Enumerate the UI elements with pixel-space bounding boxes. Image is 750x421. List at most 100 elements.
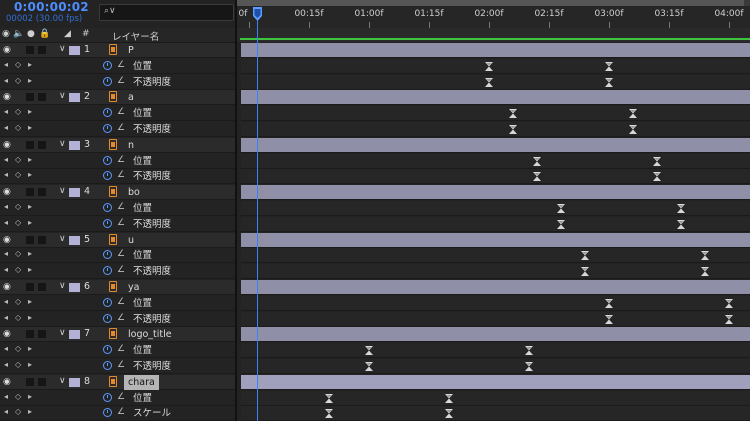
stopwatch-icon[interactable]	[103, 345, 112, 355]
graph-icon[interactable]: ∠	[117, 360, 125, 370]
graph-icon[interactable]: ∠	[117, 218, 125, 228]
layer-duration-bar[interactable]	[241, 185, 750, 201]
label-color-swatch[interactable]	[69, 93, 80, 103]
next-keyframe-icon[interactable]: ▸	[28, 155, 32, 164]
next-keyframe-icon[interactable]: ▸	[28, 360, 32, 369]
keyframe-icon[interactable]	[485, 77, 493, 87]
graph-icon[interactable]: ∠	[117, 123, 125, 133]
property-row[interactable]: ◂ ◇ ▸ ∠ 位置	[0, 390, 750, 406]
graph-icon[interactable]: ∠	[117, 170, 125, 180]
graph-icon[interactable]: ∠	[117, 392, 125, 402]
solo-toggle[interactable]	[26, 330, 34, 339]
label-color-swatch[interactable]	[69, 235, 80, 245]
keyframe-icon[interactable]	[525, 362, 533, 371]
next-keyframe-icon[interactable]: ▸	[28, 76, 32, 85]
keyframe-icon[interactable]	[509, 109, 517, 119]
current-timecode[interactable]: 0:00:00:02	[14, 0, 89, 14]
property-row[interactable]: ◂ ◇ ▸ ∠ 位置	[0, 58, 750, 74]
keyframe-icon[interactable]	[653, 172, 661, 182]
keyframe-icon[interactable]	[533, 156, 541, 166]
layer-row[interactable]: ◉ ∨ 2 a	[0, 90, 750, 106]
property-row[interactable]: ◂ ◇ ▸ ∠ 不透明度	[0, 169, 750, 185]
add-keyframe-icon[interactable]: ◇	[15, 249, 21, 258]
solo-toggle[interactable]	[26, 235, 34, 244]
prev-keyframe-icon[interactable]: ◂	[4, 249, 8, 258]
layer-row[interactable]: ◉ ∨ 3 n	[0, 137, 750, 153]
prev-keyframe-icon[interactable]: ◂	[4, 60, 8, 69]
layer-duration-bar[interactable]	[241, 90, 750, 106]
number-column-header[interactable]: #	[82, 29, 90, 39]
add-keyframe-icon[interactable]: ◇	[15, 265, 21, 274]
solo-toggle[interactable]	[26, 377, 34, 386]
label-color-swatch[interactable]	[69, 377, 80, 387]
layer-duration-bar[interactable]	[241, 280, 750, 295]
lock-toggle[interactable]	[38, 283, 46, 291]
layer-duration-bar[interactable]	[241, 374, 750, 390]
keyframe-icon[interactable]	[605, 77, 613, 87]
eye-icon[interactable]: ◉	[3, 377, 13, 387]
chevron-down-icon[interactable]: ∨	[59, 44, 66, 54]
prev-keyframe-icon[interactable]: ◂	[4, 202, 8, 211]
eye-icon[interactable]: ◉	[3, 92, 13, 102]
panel-divider[interactable]	[235, 0, 237, 421]
label-color-swatch[interactable]	[69, 283, 80, 292]
next-keyframe-icon[interactable]: ▸	[28, 265, 32, 274]
layer-duration-bar[interactable]	[241, 137, 750, 153]
layer-row[interactable]: ◉ ∨ 8 chara	[0, 374, 750, 390]
keyframe-icon[interactable]	[629, 109, 637, 119]
eye-icon[interactable]: ◉	[3, 45, 13, 55]
zoom-navigator[interactable]	[237, 0, 750, 6]
stopwatch-icon[interactable]	[103, 361, 112, 370]
keyframe-icon[interactable]	[677, 204, 685, 213]
lock-toggle[interactable]	[38, 188, 46, 197]
property-row[interactable]: ◂ ◇ ▸ ∠ 不透明度	[0, 122, 750, 137]
add-keyframe-icon[interactable]: ◇	[15, 170, 21, 179]
stopwatch-icon[interactable]	[103, 171, 112, 181]
keyframe-icon[interactable]	[581, 267, 589, 277]
add-keyframe-icon[interactable]: ◇	[15, 344, 21, 353]
property-row[interactable]: ◂ ◇ ▸ ∠ 不透明度	[0, 264, 750, 280]
property-row[interactable]: ◂ ◇ ▸ ∠ 位置	[0, 106, 750, 122]
keyframe-icon[interactable]	[445, 393, 453, 403]
next-keyframe-icon[interactable]: ▸	[28, 392, 32, 401]
layer-row[interactable]: ◉ ∨ 6 ya	[0, 280, 750, 295]
lock-toggle[interactable]	[38, 46, 46, 54]
layer-name[interactable]: ya	[124, 280, 143, 295]
stopwatch-icon[interactable]	[103, 203, 112, 212]
property-row[interactable]: ◂ ◇ ▸ ∠ 位置	[0, 201, 750, 216]
layer-duration-bar[interactable]	[241, 232, 750, 248]
prev-keyframe-icon[interactable]: ◂	[4, 344, 8, 353]
property-row[interactable]: ◂ ◇ ▸ ∠ 位置	[0, 248, 750, 264]
chevron-down-icon[interactable]: ∨	[59, 139, 66, 149]
stopwatch-icon[interactable]	[103, 124, 112, 133]
lock-toggle[interactable]	[38, 377, 46, 386]
keyframe-icon[interactable]	[725, 298, 733, 308]
add-keyframe-icon[interactable]: ◇	[15, 107, 21, 116]
prev-keyframe-icon[interactable]: ◂	[4, 218, 8, 227]
lock-icon[interactable]: 🔒	[39, 29, 50, 39]
stopwatch-icon[interactable]	[103, 218, 112, 228]
keyframe-icon[interactable]	[525, 346, 533, 356]
property-row[interactable]: ◂ ◇ ▸ ∠ スケール	[0, 406, 750, 421]
add-keyframe-icon[interactable]: ◇	[15, 60, 21, 69]
keyframe-icon[interactable]	[325, 393, 333, 403]
property-row[interactable]: ◂ ◇ ▸ ∠ 不透明度	[0, 359, 750, 374]
add-keyframe-icon[interactable]: ◇	[15, 202, 21, 211]
layer-search-input[interactable]: ⌕∨	[99, 4, 234, 21]
stopwatch-icon[interactable]	[103, 297, 112, 307]
keyframe-icon[interactable]	[557, 219, 565, 229]
stopwatch-icon[interactable]	[103, 266, 112, 276]
keyframe-icon[interactable]	[365, 346, 373, 356]
prev-keyframe-icon[interactable]: ◂	[4, 265, 8, 274]
lock-toggle[interactable]	[38, 235, 46, 244]
prev-keyframe-icon[interactable]: ◂	[4, 170, 8, 179]
next-keyframe-icon[interactable]: ▸	[28, 218, 32, 227]
keyframe-icon[interactable]	[581, 251, 589, 261]
solo-toggle[interactable]	[26, 93, 34, 102]
eye-icon[interactable]: ◉	[3, 235, 13, 245]
layer-name[interactable]: n	[124, 138, 138, 153]
chevron-down-icon[interactable]: ∨	[59, 328, 66, 338]
prev-keyframe-icon[interactable]: ◂	[4, 407, 8, 416]
stopwatch-icon[interactable]	[103, 60, 112, 70]
graph-icon[interactable]: ∠	[117, 407, 125, 417]
